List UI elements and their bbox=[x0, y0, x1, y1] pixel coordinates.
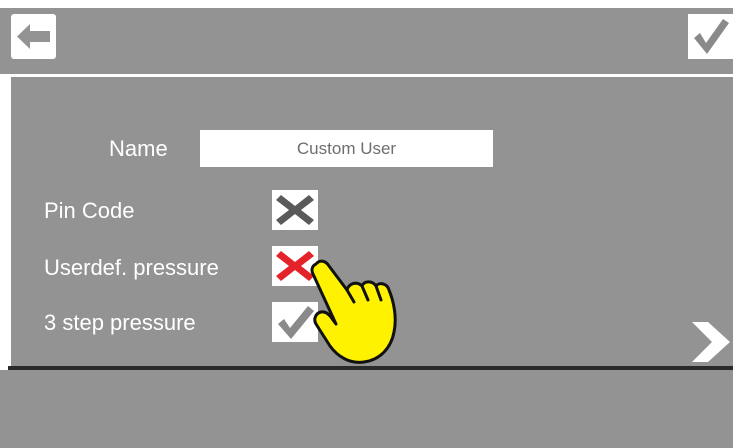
arrow-left-icon bbox=[17, 24, 50, 49]
name-field[interactable]: Custom User bbox=[200, 130, 493, 167]
checkmark-icon bbox=[694, 19, 729, 54]
next-page-button[interactable] bbox=[690, 318, 733, 366]
name-label: Name bbox=[109, 136, 168, 161]
pin-code-label: Pin Code bbox=[44, 198, 135, 223]
settings-screen: Name Custom User Pin Code Userdef. press… bbox=[0, 0, 733, 448]
footer-bar bbox=[0, 370, 733, 448]
back-button[interactable] bbox=[11, 14, 56, 59]
userdef-pressure-label: Userdef. pressure bbox=[44, 255, 219, 280]
three-step-pressure-label: 3 step pressure bbox=[44, 310, 196, 335]
pointing-hand-icon bbox=[310, 259, 397, 364]
confirm-button[interactable] bbox=[688, 14, 733, 59]
cross-icon bbox=[276, 195, 314, 225]
chevron-right-icon bbox=[692, 322, 730, 362]
top-bar bbox=[0, 8, 733, 74]
pin-code-checkbox[interactable] bbox=[272, 190, 318, 230]
